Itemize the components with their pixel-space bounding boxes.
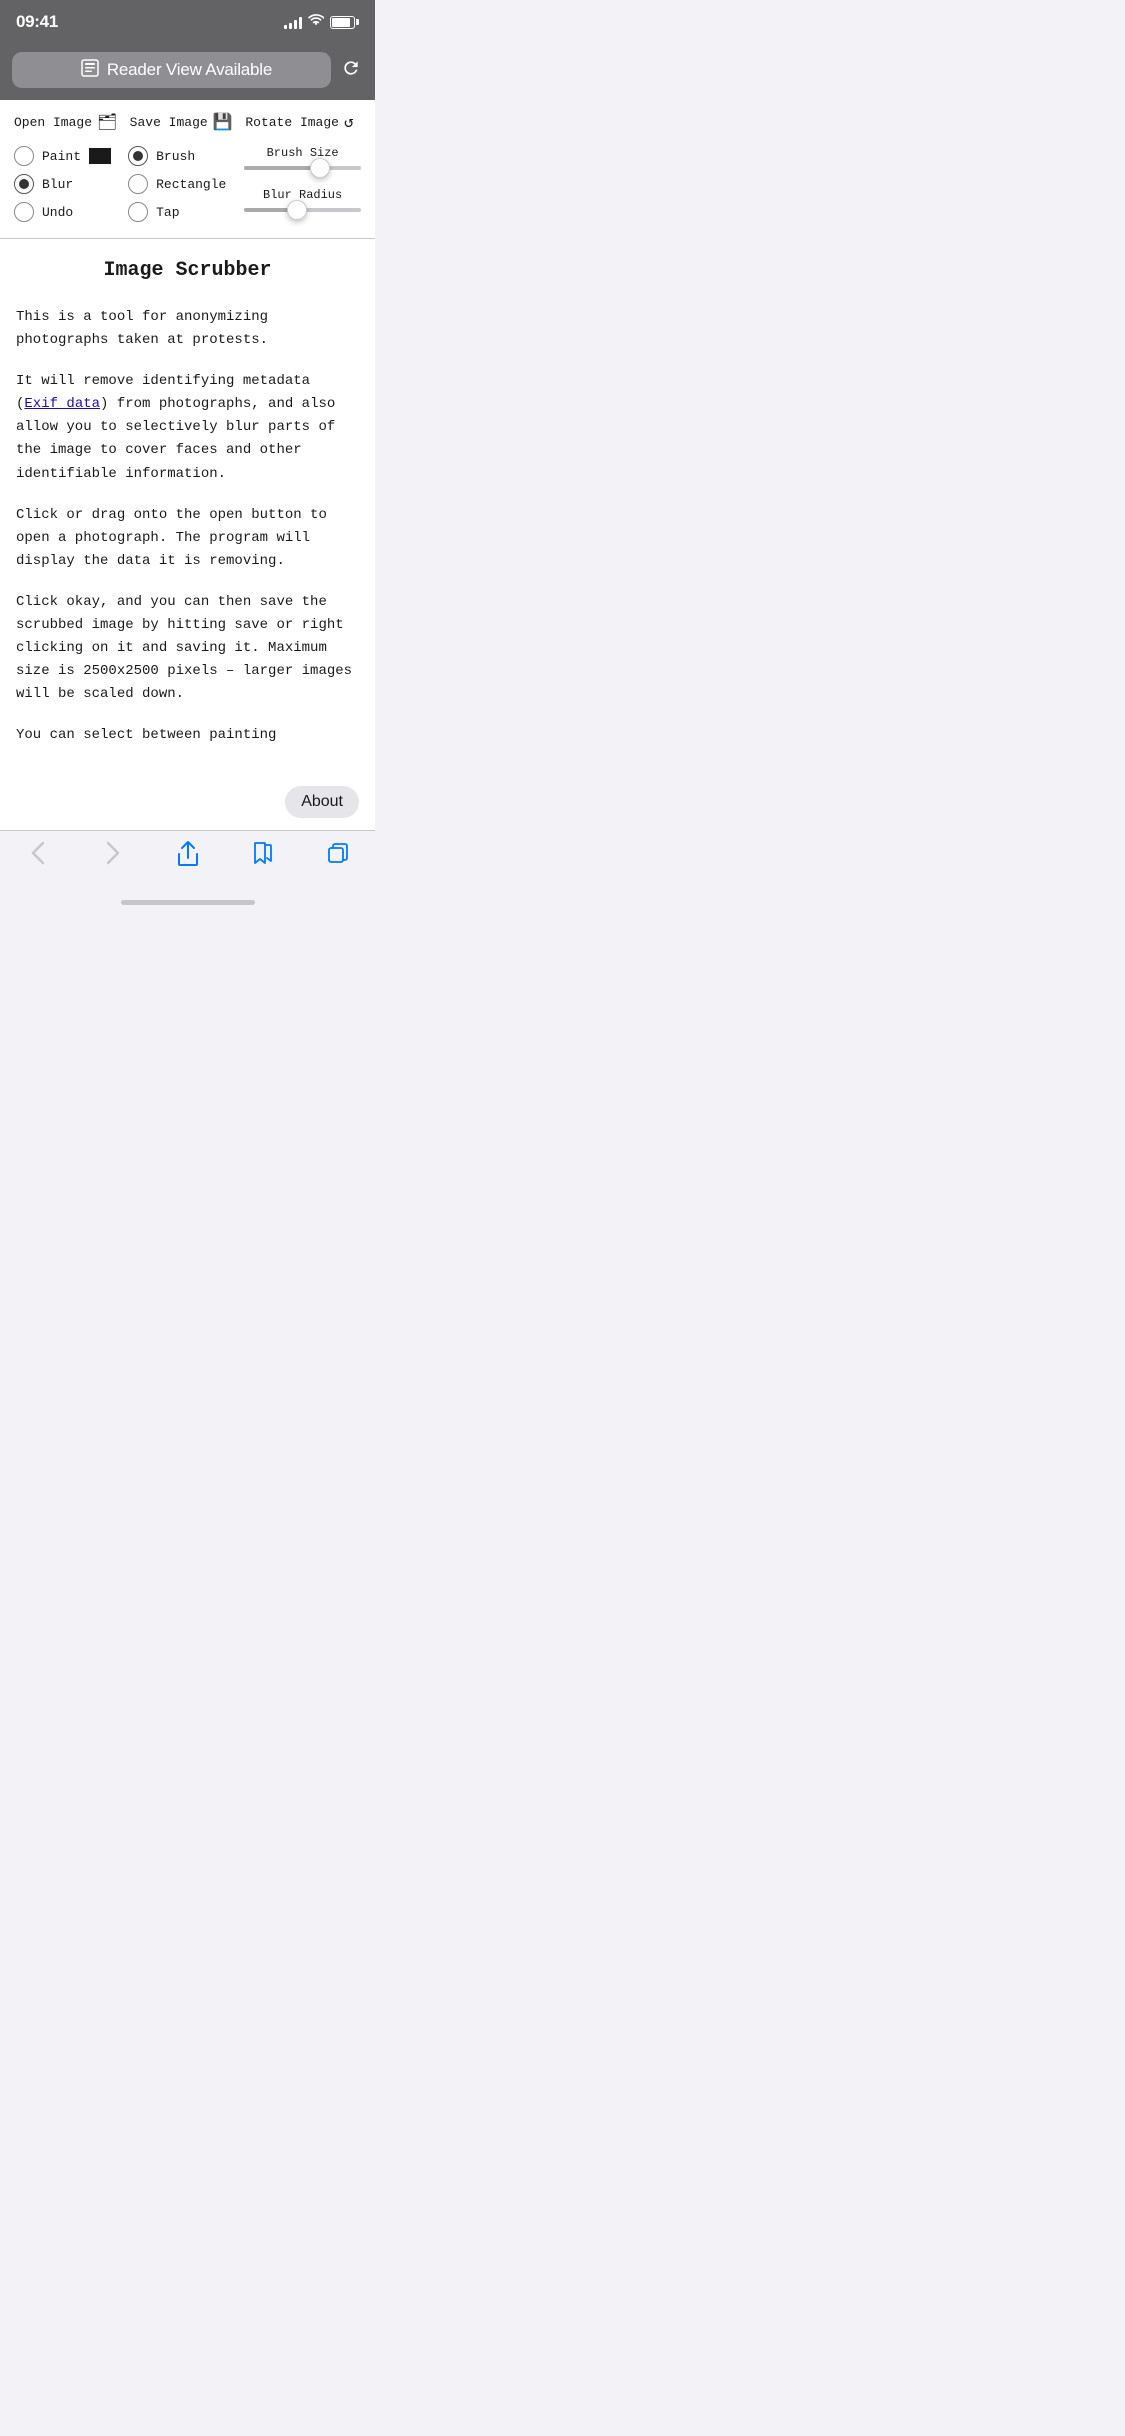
exif-data-link[interactable]: Exif data xyxy=(24,396,100,412)
brush-size-slider[interactable] xyxy=(244,166,361,170)
paint-color-swatch[interactable] xyxy=(89,148,111,164)
article-title: Image Scrubber xyxy=(16,259,359,282)
open-image-button[interactable]: Open Image 🗂 xyxy=(14,112,130,132)
article-para-4: Click okay, and you can then save the sc… xyxy=(16,591,359,706)
paint-label: Paint xyxy=(42,149,81,164)
forward-button[interactable] xyxy=(75,841,150,865)
undo-radio[interactable] xyxy=(14,202,34,222)
reader-mode-icon xyxy=(81,59,99,82)
undo-radio-item[interactable]: Undo xyxy=(14,202,120,222)
save-image-button[interactable]: Save Image 💾 xyxy=(130,112,246,132)
blur-radio[interactable] xyxy=(14,174,34,194)
rectangle-radio-item[interactable]: Rectangle xyxy=(128,174,234,194)
brush-radio[interactable] xyxy=(128,146,148,166)
tabs-button[interactable] xyxy=(300,841,375,865)
rotate-image-button[interactable]: Rotate Image ↺ xyxy=(245,112,361,132)
paint-radio-item[interactable]: Paint xyxy=(14,146,120,166)
mode-radio-group: Paint Blur Undo xyxy=(14,146,120,222)
home-indicator xyxy=(121,900,255,905)
toolbar-top-row: Open Image 🗂 Save Image 💾 Rotate Image ↺ xyxy=(14,112,361,132)
article-para-2: It will remove identifying metadata (Exi… xyxy=(16,370,359,485)
brush-size-label: Brush Size xyxy=(244,146,361,160)
tap-radio[interactable] xyxy=(128,202,148,222)
brush-radio-item[interactable]: Brush xyxy=(128,146,234,166)
article-body: This is a tool for anonymizing photograp… xyxy=(16,306,359,748)
about-btn-container: About xyxy=(0,786,375,830)
blur-label: Blur xyxy=(42,177,73,192)
open-image-label: Open Image xyxy=(14,115,92,130)
undo-label: Undo xyxy=(42,205,73,220)
tap-label: Tap xyxy=(156,205,179,220)
share-button[interactable] xyxy=(150,841,225,867)
save-image-label: Save Image xyxy=(130,115,208,130)
bookmarks-button[interactable] xyxy=(225,841,300,865)
url-bar-inner[interactable]: Reader View Available xyxy=(12,52,331,88)
toolbar-panel: Open Image 🗂 Save Image 💾 Rotate Image ↺… xyxy=(0,100,375,239)
article-para-1: This is a tool for anonymizing photograp… xyxy=(16,306,359,352)
status-time: 09:41 xyxy=(16,12,58,32)
article-para-5-partial: You can select between painting xyxy=(16,724,359,747)
wifi-icon xyxy=(308,14,324,30)
rotate-icon: ↺ xyxy=(344,112,354,132)
url-bar: Reader View Available xyxy=(0,44,375,100)
sliders-group: Brush Size Blur Radius xyxy=(244,146,361,226)
reload-button[interactable] xyxy=(341,58,361,83)
back-button[interactable] xyxy=(0,841,75,865)
folder-icon: 🗂 xyxy=(97,112,117,132)
paint-radio[interactable] xyxy=(14,146,34,166)
rectangle-label: Rectangle xyxy=(156,177,226,192)
about-button[interactable]: About xyxy=(285,786,359,818)
rectangle-radio[interactable] xyxy=(128,174,148,194)
status-bar: 09:41 xyxy=(0,0,375,44)
rotate-image-label: Rotate Image xyxy=(245,115,339,130)
tool-radio-group: Brush Rectangle Tap xyxy=(128,146,234,222)
signal-bars-icon xyxy=(284,16,302,29)
battery-icon xyxy=(330,16,355,29)
blur-radio-item[interactable]: Blur xyxy=(14,174,120,194)
article-para-3: Click or drag onto the open button to op… xyxy=(16,504,359,573)
status-icons xyxy=(284,14,355,30)
brush-label: Brush xyxy=(156,149,195,164)
reader-view-label: Reader View Available xyxy=(107,60,272,80)
toolbar-controls: Paint Blur Undo Brush xyxy=(14,146,361,226)
main-content: Image Scrubber This is a tool for anonym… xyxy=(0,239,375,786)
tap-radio-item[interactable]: Tap xyxy=(128,202,234,222)
blur-radius-slider[interactable] xyxy=(244,208,361,212)
blur-radius-label: Blur Radius xyxy=(244,188,361,202)
save-icon: 💾 xyxy=(213,112,233,132)
